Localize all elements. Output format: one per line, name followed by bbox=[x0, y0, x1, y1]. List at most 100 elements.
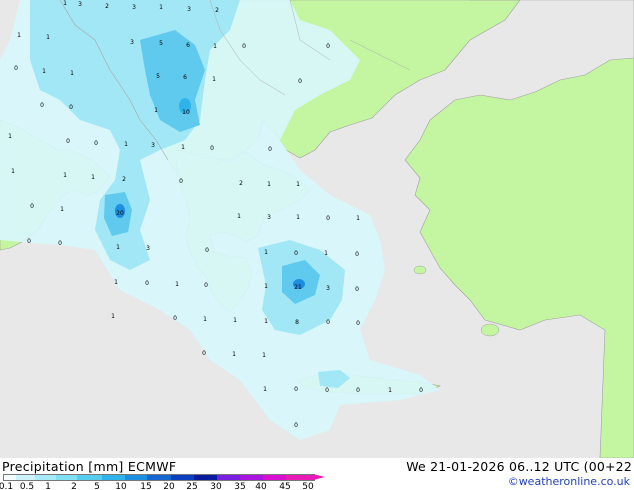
precip-value-label: 1 bbox=[60, 206, 64, 213]
precip-value-label: 0 bbox=[66, 138, 70, 145]
precip-value-label: 1 bbox=[70, 70, 74, 77]
precip-value-label: 0 bbox=[298, 78, 302, 85]
precip-value-label: 3 bbox=[146, 245, 150, 252]
precip-value-label: 0 bbox=[242, 43, 246, 50]
precip-value-label: 3 bbox=[151, 142, 155, 149]
precip-value-label: 3 bbox=[187, 6, 191, 13]
precip-value-label: 1 bbox=[264, 283, 268, 290]
scale-tick-label: 2 bbox=[71, 482, 77, 490]
precip-value-label: 3 bbox=[132, 4, 136, 11]
precip-value-label: 1 bbox=[237, 213, 241, 220]
scale-tick-label: 5 bbox=[94, 482, 100, 490]
credit-link[interactable]: ©weatheronline.co.uk bbox=[508, 475, 630, 488]
precip-value-label: 3 bbox=[267, 214, 271, 221]
scale-swatch bbox=[102, 474, 125, 481]
precip-value-label: 0 bbox=[356, 387, 360, 394]
precip-value-label: 6 bbox=[186, 42, 190, 49]
precip-value-label: 1 bbox=[232, 351, 236, 358]
precip-value-label: 1 bbox=[262, 352, 266, 359]
scale-swatch bbox=[125, 474, 147, 481]
precip-value-label: 0 bbox=[69, 104, 73, 111]
precip-value-label: 0 bbox=[356, 320, 360, 327]
precip-value-label: 1 bbox=[159, 4, 163, 11]
precip-value-label: 1 bbox=[111, 313, 115, 320]
precip-value-label: 1 bbox=[181, 144, 185, 151]
precip-value-label: 0 bbox=[40, 102, 44, 109]
scale-swatch bbox=[16, 474, 35, 481]
precip-value-label: 1 bbox=[233, 317, 237, 324]
color-scale-legend: 0.1 0.5 1 2 5 10 15 20 25 30 35 40 45 50 bbox=[0, 474, 328, 490]
scale-swatch bbox=[147, 474, 171, 481]
precip-value-label: 1 bbox=[324, 250, 328, 257]
precip-value-label: 0 bbox=[326, 43, 330, 50]
precip-value-label: 3 bbox=[130, 39, 134, 46]
precip-value-label: 2 bbox=[122, 176, 126, 183]
precip-value-label: 0 bbox=[27, 238, 31, 245]
precip-value-label: 0 bbox=[294, 250, 298, 257]
precip-value-label: 1 bbox=[175, 281, 179, 288]
scale-tick-label: 40 bbox=[255, 482, 267, 490]
precip-value-label: 10 bbox=[182, 109, 190, 116]
scale-swatch bbox=[77, 474, 102, 481]
precip-value-label: 1 bbox=[11, 168, 15, 175]
title-label: Precipitation [mm] bbox=[2, 459, 124, 474]
precip-value-label: 0 bbox=[355, 251, 359, 258]
precip-value-label: 0 bbox=[204, 282, 208, 289]
precip-value-label: 0 bbox=[268, 146, 272, 153]
scale-arrow bbox=[313, 474, 325, 480]
precip-value-label: 0 bbox=[58, 240, 62, 247]
precip-value-label: 0 bbox=[325, 387, 329, 394]
precip-value-label: 0 bbox=[326, 319, 330, 326]
precip-value-label: 1 bbox=[212, 76, 216, 83]
precipitation-map[interactable]: 1 3 2 3 1 3 2 1 1 3 5 6 1 0 0 0 1 1 5 6 1 0 0 0 1 10 1 0 0 1 3 1 0 0 1 1 1 2 0… bbox=[0, 0, 634, 458]
scale-swatch bbox=[3, 474, 16, 481]
precip-value-label: 5 bbox=[159, 40, 163, 47]
precip-value-label: 1 bbox=[154, 107, 158, 114]
precip-value-label: 1 bbox=[17, 32, 21, 39]
scale-swatch bbox=[217, 474, 240, 481]
scale-swatch bbox=[171, 474, 194, 481]
precip-value-label: 2 bbox=[239, 180, 243, 187]
precip-value-label: 0 bbox=[294, 422, 298, 429]
forecast-datetime: We 21-01-2026 06..12 UTC (00+22 bbox=[406, 459, 632, 474]
precip-value-label: 2 bbox=[215, 7, 219, 14]
scale-tick-label: 1 bbox=[45, 482, 51, 490]
precip-value-label: 1 bbox=[63, 0, 67, 7]
precip-value-label: 3 bbox=[326, 285, 330, 292]
scale-tick-label: 50 bbox=[302, 482, 314, 490]
precip-value-label: 21 bbox=[294, 284, 302, 291]
precip-value-label: 0 bbox=[94, 140, 98, 147]
scale-swatch bbox=[56, 474, 77, 481]
land-island-east bbox=[480, 323, 500, 337]
precip-value-label: 0 bbox=[210, 145, 214, 152]
map-title: Precipitation [mm] ECMWF bbox=[2, 459, 176, 474]
precip-value-label: 0 bbox=[326, 215, 330, 222]
scale-swatch bbox=[194, 474, 217, 481]
precip-value-label: 1 bbox=[203, 316, 207, 323]
scale-tick-label: 25 bbox=[186, 482, 198, 490]
precip-value-label: 1 bbox=[46, 34, 50, 41]
model-label: ECMWF bbox=[127, 459, 177, 474]
precip-value-label: 1 bbox=[263, 386, 267, 393]
land-island-aegean bbox=[413, 265, 427, 275]
map-footer: Precipitation [mm] ECMWF We 21-01-2026 0… bbox=[0, 458, 634, 490]
precip-value-label: 1 bbox=[114, 279, 118, 286]
map-canvas: 1 3 2 3 1 3 21 13 5 6 1 0 00 1 1 5 6 1 00 0 1 1010 0 1 3 1 0 011 1 2 0… bbox=[0, 0, 634, 458]
scale-tick-label: 10 bbox=[115, 482, 127, 490]
precip-value-label: 1 bbox=[264, 318, 268, 325]
precip-value-label: 2 bbox=[105, 3, 109, 10]
scale-tick-label: 30 bbox=[210, 482, 222, 490]
precip-value-label: 1 bbox=[388, 387, 392, 394]
scale-tick-label: 45 bbox=[279, 482, 291, 490]
scale-tick-label: 20 bbox=[163, 482, 175, 490]
precip-value-label: 5 bbox=[156, 73, 160, 80]
scale-tick-label: 0.1 bbox=[0, 482, 14, 490]
precip-value-label: 0 bbox=[173, 315, 177, 322]
precip-value-label: 1 bbox=[264, 249, 268, 256]
precip-value-label: 1 bbox=[116, 244, 120, 251]
forecast-map-screen: 1 3 2 3 1 3 2 1 1 3 5 6 1 0 0 0 1 1 5 6 1 0 0 0 1 10 1 0 0 1 3 1 0 0 1 1 1 2 0… bbox=[0, 0, 634, 490]
precip-value-label: 1 bbox=[8, 133, 12, 140]
precip-value-label: 1 bbox=[124, 141, 128, 148]
precip-value-label: 0 bbox=[202, 350, 206, 357]
precip-value-label: 0 bbox=[179, 178, 183, 185]
